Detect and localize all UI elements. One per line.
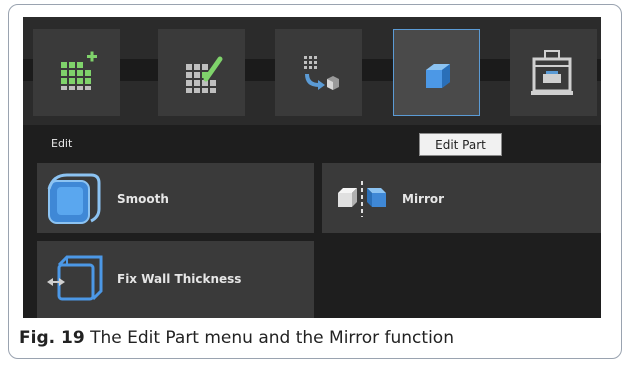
mirror-command[interactable]: Mirror bbox=[322, 163, 601, 233]
smooth-label: Smooth bbox=[117, 192, 169, 206]
smooth-cube-icon bbox=[47, 173, 101, 224]
figure-number: Fig. 19 bbox=[19, 328, 85, 348]
3d-printer-icon bbox=[531, 50, 573, 95]
figure-caption-text: The Edit Part menu and the Mirror functi… bbox=[90, 328, 454, 348]
smooth-command[interactable]: Smooth bbox=[37, 163, 314, 233]
edit-grid-button[interactable] bbox=[158, 29, 245, 116]
printer-button[interactable] bbox=[510, 29, 597, 116]
grid-plus-icon bbox=[61, 51, 97, 90]
fix-wall-thickness-label: Fix Wall Thickness bbox=[117, 272, 242, 286]
edit-part-button[interactable] bbox=[393, 29, 480, 116]
wall-thickness-icon bbox=[47, 255, 103, 301]
app-window: Edit Smooth Mirror Fix Wall Thickness Ed… bbox=[23, 17, 601, 318]
fix-wall-thickness-command[interactable]: Fix Wall Thickness bbox=[37, 241, 314, 318]
edit-section-label: Edit bbox=[51, 137, 73, 150]
mirror-cubes-icon bbox=[338, 181, 386, 217]
cube-icon bbox=[426, 64, 450, 88]
edit-part-tooltip: Edit Part bbox=[419, 133, 502, 156]
add-part-grid-button[interactable] bbox=[33, 29, 120, 116]
grid-pencil-icon bbox=[186, 56, 223, 93]
mirror-label: Mirror bbox=[402, 192, 445, 206]
figure-caption: Fig. 19 The Edit Part menu and the Mirro… bbox=[19, 328, 454, 348]
move-parts-button[interactable] bbox=[275, 29, 362, 116]
ribbon-toolbar bbox=[23, 17, 601, 125]
grid-arrow-cube-icon bbox=[304, 56, 339, 90]
